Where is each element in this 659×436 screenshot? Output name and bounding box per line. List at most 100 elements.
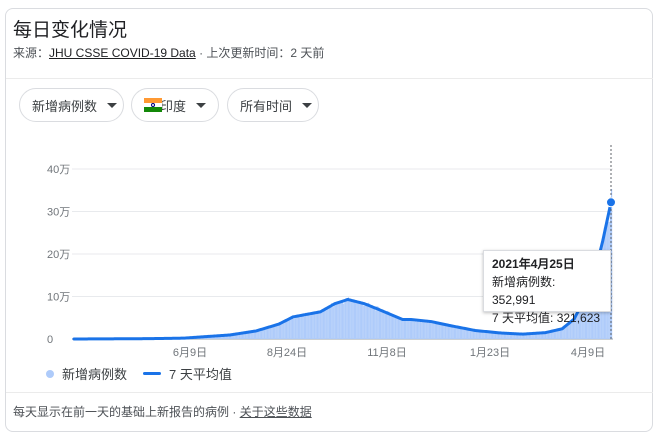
daily-cases-bar (378, 307, 381, 339)
daily-cases-bar (309, 315, 311, 339)
daily-cases-bar (434, 322, 436, 339)
daily-cases-bar (375, 310, 377, 339)
daily-cases-bar (414, 319, 416, 339)
daily-cases-bar (300, 315, 302, 339)
daily-cases-bar (274, 325, 276, 339)
daily-cases-bar (322, 310, 325, 339)
daily-cases-bar (401, 318, 403, 339)
daily-cases-bar (362, 303, 364, 339)
daily-cases-bar (335, 302, 338, 339)
daily-cases-bar (356, 302, 358, 339)
daily-cases-bar (370, 305, 372, 339)
daily-cases-bar (363, 305, 365, 339)
daily-cases-bar (289, 318, 291, 339)
daily-cases-bar (265, 327, 267, 339)
daily-cases-bar (422, 320, 425, 339)
daily-cases-bar (321, 309, 323, 339)
daily-cases-bar (425, 321, 427, 339)
daily-cases-bar (372, 308, 375, 339)
tooltip-date: 2021年4月25日 (492, 257, 575, 271)
daily-cases-bar (437, 322, 439, 339)
daily-cases-bar (439, 323, 441, 339)
daily-cases-bar (358, 302, 360, 339)
y-tick-label: 20万 (47, 249, 70, 261)
daily-cases-bar (327, 306, 329, 339)
daily-cases-bar (279, 322, 282, 339)
daily-cases-bar (416, 320, 419, 339)
daily-cases-bar (384, 313, 386, 339)
daily-cases-bar (320, 310, 322, 339)
daily-cases-bar (254, 331, 257, 339)
daily-cases-bar (275, 324, 277, 339)
daily-cases-bar (355, 302, 357, 339)
daily-cases-bar (444, 324, 446, 339)
daily-cases-bar (406, 320, 408, 339)
daily-cases-bar (295, 314, 297, 339)
daily-cases-bar (385, 312, 388, 339)
daily-cases-bar (306, 313, 308, 339)
tooltip-new-cases: 新增病例数: 352,991 (492, 273, 602, 309)
daily-cases-bar (318, 311, 320, 339)
daily-cases-bar (380, 310, 382, 339)
daily-cases-bar (366, 303, 369, 339)
daily-cases-bar (418, 320, 420, 339)
daily-cases-bar (281, 322, 283, 339)
daily-cases-bar (382, 311, 384, 339)
about-data-link[interactable]: 关于这些数据 (240, 405, 312, 419)
daily-cases-bar (315, 313, 317, 339)
daily-cases-bar (377, 306, 379, 339)
daily-cases-bar (427, 322, 429, 339)
daily-cases-bar (253, 331, 255, 339)
daily-cases-bar (304, 312, 307, 339)
daily-cases-bar (424, 320, 426, 339)
daily-cases-bar (331, 303, 333, 339)
daily-cases-bar (396, 317, 398, 339)
daily-cases-bar (299, 317, 301, 339)
daily-cases-bar (440, 323, 442, 339)
daily-cases-bar (340, 301, 342, 339)
daily-cases-bar (339, 300, 341, 339)
daily-cases-bar (353, 300, 356, 339)
daily-cases-bar (294, 318, 296, 339)
daily-cases-bar (409, 319, 411, 339)
legend-line-label: 7 天平均值 (169, 367, 232, 382)
daily-cases-bar (291, 316, 294, 339)
footer-text: 每天显示在前一天的基础上新报告的病例 (13, 405, 230, 419)
daily-cases-bar (458, 327, 460, 339)
daily-cases-bar (428, 321, 431, 339)
daily-cases-bar (319, 313, 321, 339)
daily-cases-bar (284, 321, 286, 339)
daily-cases-bar (435, 322, 438, 339)
daily-cases-bar (343, 303, 345, 339)
x-tick-label: 1月23日 (470, 347, 510, 359)
daily-cases-bar (369, 305, 371, 339)
daily-cases-bar (368, 302, 370, 339)
daily-cases-bar (328, 306, 330, 339)
daily-cases-bar (310, 313, 313, 339)
highlight-point (606, 197, 616, 208)
daily-cases-bar (266, 328, 269, 339)
daily-cases-bar (446, 325, 448, 339)
daily-cases-bar (412, 320, 414, 339)
daily-cases-bar (611, 188, 613, 339)
daily-cases-bar (346, 300, 348, 339)
footer-divider (6, 392, 653, 393)
daily-cases-bar (566, 325, 569, 339)
legend-bars: 新增病例数 (46, 364, 127, 383)
daily-cases-bar (337, 303, 339, 339)
daily-cases-bar (394, 315, 396, 339)
daily-cases-bar (324, 310, 326, 339)
daily-cases-bar (376, 306, 378, 339)
daily-cases-bar (365, 305, 367, 339)
daily-cases-bar (329, 307, 332, 339)
daily-cases-bar (301, 316, 303, 339)
y-tick-label: 30万 (47, 207, 70, 219)
daily-cases-bar (326, 306, 328, 339)
daily-cases-bar (374, 306, 376, 339)
daily-cases-bar (443, 324, 445, 339)
daily-cases-bar (293, 318, 295, 339)
daily-cases-bar (349, 299, 351, 339)
daily-cases-bar (399, 318, 401, 339)
daily-cases-bar (371, 305, 373, 339)
daily-cases-bar (557, 330, 559, 339)
